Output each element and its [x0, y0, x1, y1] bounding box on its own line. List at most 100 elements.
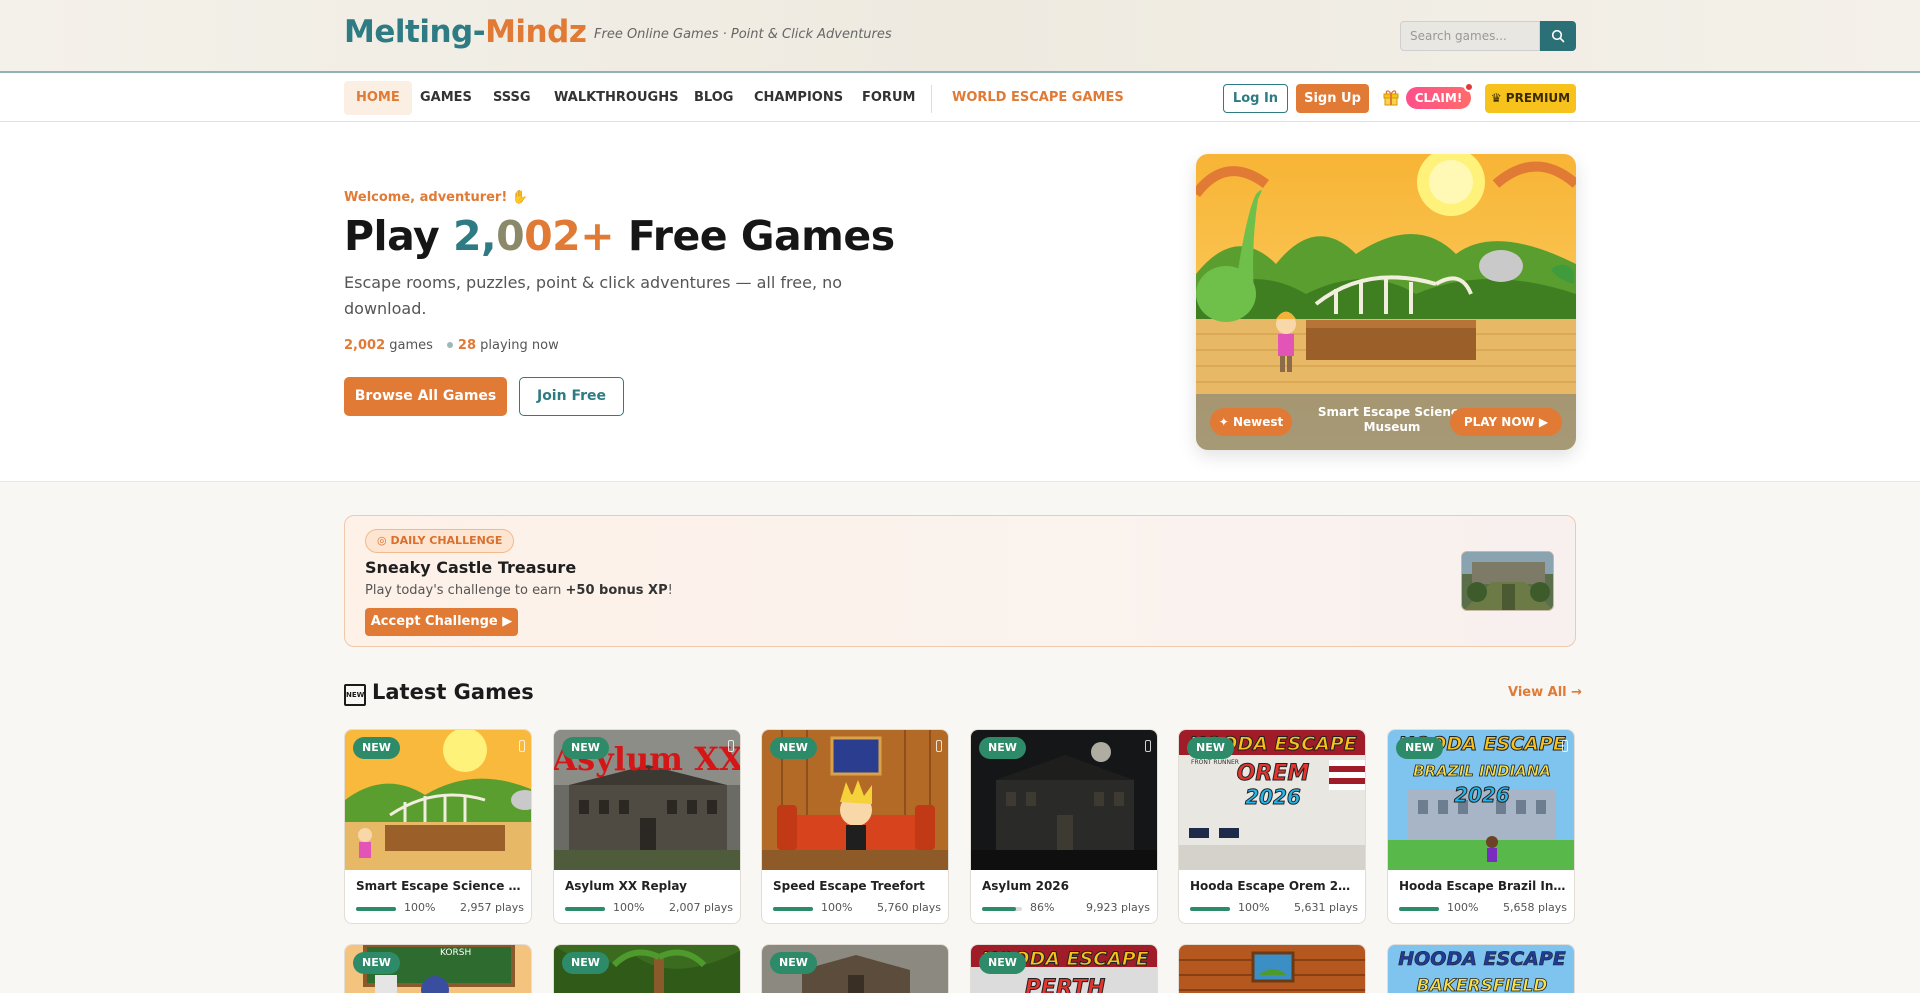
game-name: Speed Escape Treefort	[773, 879, 925, 893]
view-all-link[interactable]: View All →	[1508, 685, 1582, 700]
bookmark-icon[interactable]	[728, 740, 734, 752]
nav-sssg[interactable]: SSSG	[481, 81, 543, 115]
claim-button[interactable]: CLAIM!	[1406, 87, 1471, 109]
search-button[interactable]	[1540, 21, 1576, 51]
thumb-subtitle: OREM	[1237, 761, 1310, 786]
new-badge: NEW	[562, 952, 609, 974]
new-badge: NEW	[770, 737, 817, 759]
rating-percent: 100%	[613, 901, 645, 914]
newest-badge: ✦ Newest	[1210, 408, 1292, 436]
game-card[interactable]: FRONT RUNNER HOODA ESCAPE OREM 2026 NEW …	[1178, 729, 1366, 924]
rating-bar-fill	[565, 907, 605, 911]
play-count: 2,957 plays	[459, 901, 524, 914]
rating-percent: 100%	[404, 901, 436, 914]
new-badge: NEW	[562, 737, 609, 759]
featured-game-card[interactable]: ✦ Newest Smart Escape Science Museum PLA…	[1196, 154, 1576, 450]
daily-challenge-thumbnail[interactable]	[1461, 551, 1554, 611]
hero-title: Play 2,002+ Free Games	[344, 212, 895, 260]
game-meta: 100% 5,658 plays	[1399, 901, 1567, 915]
game-card[interactable]	[1178, 944, 1366, 993]
game-meta: 100% 2,007 plays	[565, 901, 733, 915]
logo-part-2: Mindz	[485, 14, 587, 50]
premium-button[interactable]: ♛ PREMIUM	[1485, 84, 1576, 113]
star-icon: ✦	[1218, 415, 1233, 429]
notification-dot	[1464, 82, 1474, 92]
search-input[interactable]	[1400, 21, 1540, 51]
game-meta: 100% 5,760 plays	[773, 901, 941, 915]
browse-all-games-button[interactable]: Browse All Games	[344, 377, 507, 416]
nav-walkthroughs[interactable]: WALKTHROUGHS	[542, 81, 690, 115]
daily-challenge-tag: ◎ DAILY CHALLENGE	[365, 529, 515, 553]
play-count: 5,631 plays	[1293, 901, 1358, 914]
nav-home[interactable]: HOME	[344, 81, 412, 115]
game-card[interactable]: NEW Speed Escape Treefort 100% 5,760 pla…	[761, 729, 949, 924]
rating-bar	[982, 907, 1022, 911]
hero-stats: 2,002 games 28 playing now	[344, 338, 559, 353]
nav-world-escape-games[interactable]: WORLD ESCAPE GAMES	[940, 81, 1136, 115]
site-tagline: Free Online Games · Point & Click Advent…	[594, 27, 892, 42]
new-icon: NEW	[344, 684, 366, 706]
logo-part-1: Melting-	[344, 14, 486, 50]
site-header: Melting-Mindz Free Online Games · Point …	[0, 0, 1920, 73]
premium-label: PREMIUM	[1505, 91, 1571, 105]
daily-challenge-title: Sneaky Castle Treasure	[365, 558, 577, 577]
bookmark-icon[interactable]	[936, 740, 942, 752]
login-button[interactable]: Log In	[1223, 84, 1288, 113]
games-count: 2,002	[344, 338, 386, 353]
new-badge: NEW	[770, 952, 817, 974]
rating-bar	[356, 907, 396, 911]
game-card[interactable]: NEW Asylum 2026 86% 9,923 plays	[970, 729, 1158, 924]
nav-games[interactable]: GAMES	[408, 81, 484, 115]
game-card[interactable]: HOODA ESCAPE BRAZIL INDIANA 2026 NEW Hoo…	[1387, 729, 1575, 924]
hero-section	[0, 122, 1920, 482]
play-count: 9,923 plays	[1085, 901, 1150, 914]
bookmark-icon[interactable]	[1562, 740, 1568, 752]
play-count: 2,007 plays	[668, 901, 733, 914]
rating-bar	[565, 907, 605, 911]
nav-blog[interactable]: BLOG	[682, 81, 745, 115]
thumb-subtitle: BAKERSFIELD	[1417, 976, 1548, 993]
thumb-year: 2026	[1245, 785, 1301, 809]
game-name: Asylum 2026	[982, 879, 1069, 893]
play-now-button[interactable]: PLAY NOW ▶	[1450, 408, 1562, 436]
gift-icon[interactable]	[1382, 88, 1400, 106]
bookmark-icon[interactable]	[1145, 740, 1151, 752]
playing-count: 28	[457, 338, 477, 353]
nav-champions[interactable]: CHAMPIONS	[742, 81, 855, 115]
site-logo[interactable]: Melting-Mindz	[344, 14, 587, 50]
accept-challenge-button[interactable]: Accept Challenge ▶	[365, 608, 518, 636]
thumb-title: HOODA ESCAPE	[1398, 948, 1566, 970]
game-name: Smart Escape Science Mu...	[356, 879, 524, 893]
game-card[interactable]: NEW	[761, 944, 949, 993]
game-card[interactable]: HOODA ESCAPE PERTH NEW	[970, 944, 1158, 993]
thumb-text-korsh: KORSH	[440, 948, 471, 958]
search-icon	[1551, 29, 1565, 43]
new-badge: NEW	[1396, 737, 1443, 759]
game-card[interactable]: HOODA ESCAPE BAKERSFIELD	[1387, 944, 1575, 993]
signup-button[interactable]: Sign Up	[1296, 84, 1369, 113]
welcome-text: Welcome, adventurer! ✋	[344, 190, 528, 205]
bookmark-icon[interactable]	[519, 740, 525, 752]
main-nav: HOME GAMES SSSG WALKTHROUGHS BLOG CHAMPI…	[0, 73, 1920, 122]
game-card[interactable]: NEW Smart Escape Science Mu... 100% 2,95…	[344, 729, 532, 924]
new-badge: NEW	[979, 737, 1026, 759]
game-card[interactable]: NEW	[553, 944, 741, 993]
game-meta: 86% 9,923 plays	[982, 901, 1150, 915]
live-dot	[446, 342, 453, 348]
crown-icon: ♛	[1490, 91, 1506, 105]
game-card[interactable]: KORSH NEW	[344, 944, 532, 993]
daily-challenge-panel: ◎ DAILY CHALLENGE Sneaky Castle Treasure…	[344, 515, 1576, 647]
play-count: 5,760 plays	[876, 901, 941, 914]
rating-bar-fill	[1190, 907, 1230, 911]
featured-game-bar: ✦ Newest Smart Escape Science Museum PLA…	[1196, 394, 1576, 450]
target-icon: ◎	[377, 534, 391, 547]
rating-percent: 100%	[821, 901, 853, 914]
game-card[interactable]: Asylum XX NEW Asylum XX Replay 100% 2,00…	[553, 729, 741, 924]
rating-bar-fill	[982, 907, 1017, 911]
join-free-button[interactable]: Join Free	[519, 377, 624, 416]
new-badge: NEW	[1187, 737, 1234, 759]
nav-forum[interactable]: FORUM	[850, 81, 927, 115]
search-form	[1400, 21, 1576, 51]
new-badge: NEW	[353, 952, 400, 974]
thumb-year: 2026	[1454, 783, 1510, 807]
